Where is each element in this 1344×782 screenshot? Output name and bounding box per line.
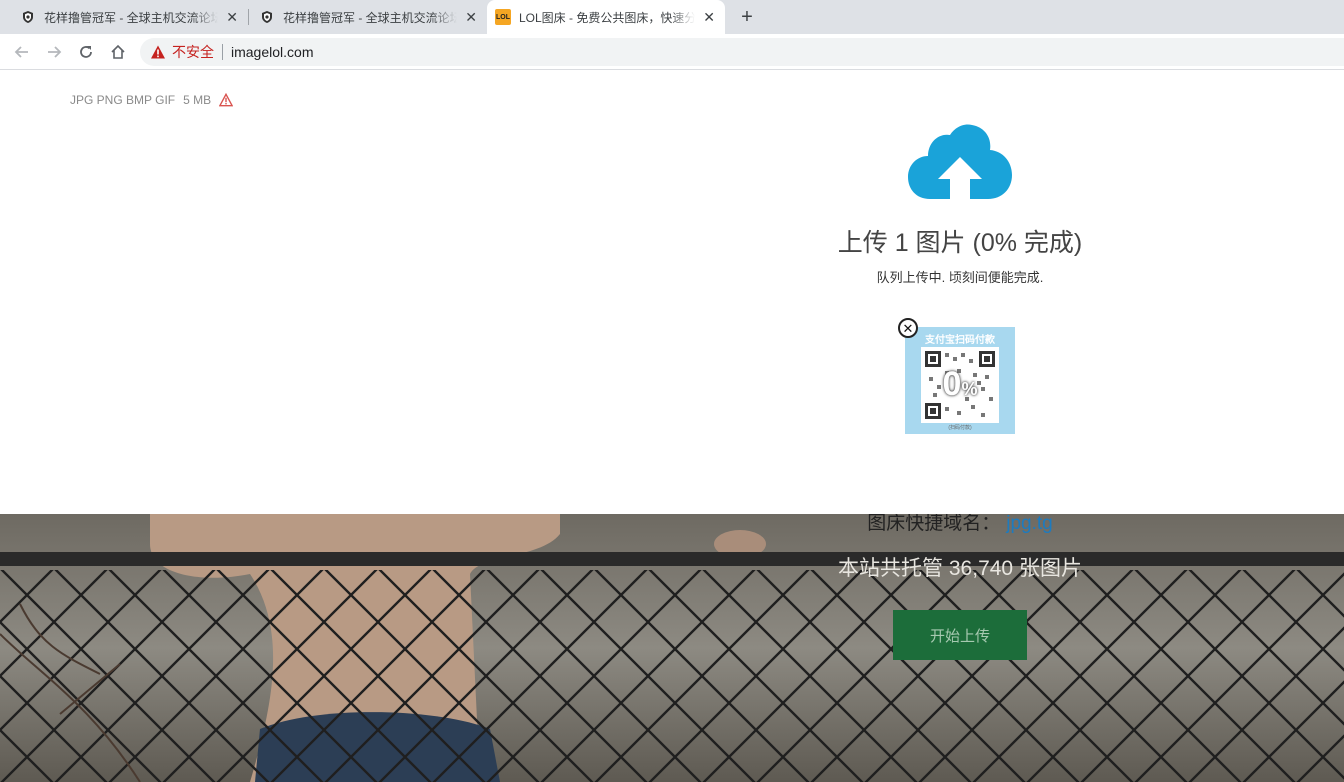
allowed-formats: JPG PNG BMP GIF 5 MB: [70, 93, 234, 107]
url-text[interactable]: imagelol.com: [231, 44, 313, 60]
browser-tab-active[interactable]: LOL LOL图床 - 免费公共图床，快速分享 ✕: [487, 0, 725, 34]
tab-title: LOL图床 - 免费公共图床，快速分享: [519, 10, 696, 25]
tab-close-icon[interactable]: ✕: [463, 9, 479, 25]
tab-strip: 花样撸管冠军 - 全球主机交流论坛 ✕ 花样撸管冠军 - 全球主机交流论坛 ✕ …: [0, 0, 1344, 34]
home-button[interactable]: [108, 42, 128, 62]
upload-status-message: 队列上传中. 顷刻间便能完成.: [876, 270, 1044, 285]
domain-label: 图床快捷域名：: [867, 514, 1001, 534]
browser-toolbar: 不安全 imagelol.com: [0, 34, 1344, 70]
omnibox-divider: [222, 44, 223, 60]
domain-hint: 图床快捷域名： jpg.tg: [760, 514, 1160, 535]
back-button[interactable]: [12, 42, 32, 62]
start-upload-button[interactable]: 开始上传: [893, 610, 1027, 660]
hero-background-photo: 图床快捷域名： jpg.tg 本站共托管 36,740 张图片 开始上传: [0, 514, 1344, 782]
upload-panel: JPG PNG BMP GIF 5 MB 上传 1 图片 (0% 完成) 队列上…: [0, 71, 1344, 514]
thumbnail-percent-sign: %: [961, 379, 978, 399]
upload-thumbnail: 支付宝扫码付款 0% (扫码付款): [905, 327, 1015, 434]
max-size-text: 5 MB: [183, 93, 212, 107]
reload-icon: [80, 46, 92, 58]
tab-close-icon[interactable]: ✕: [701, 9, 717, 25]
thumbnail-caption: 支付宝扫码付款: [925, 335, 995, 346]
tab-separator: [248, 9, 249, 25]
close-icon: ✕: [902, 320, 914, 336]
tab-title: 花样撸管冠军 - 全球主机交流论坛: [44, 10, 219, 25]
forward-arrow-icon: [48, 46, 62, 58]
thumbnail-percent: 0: [942, 365, 962, 403]
formats-text: JPG PNG BMP GIF: [70, 93, 176, 107]
tab-close-icon[interactable]: ✕: [224, 9, 240, 25]
shield-favicon-icon: [259, 9, 275, 25]
warning-triangle-icon[interactable]: [150, 44, 166, 60]
page-viewport: 图床快捷域名： jpg.tg 本站共托管 36,740 张图片 开始上传 JPG …: [0, 71, 1344, 782]
not-secure-label[interactable]: 不安全: [172, 42, 214, 62]
favicon-text: LOL: [496, 13, 510, 21]
upload-progress-title: 上传 1 图片 (0% 完成): [837, 229, 1083, 257]
back-arrow-icon: [14, 46, 28, 58]
reload-button[interactable]: [76, 42, 96, 62]
remove-thumbnail-button[interactable]: ✕: [898, 318, 918, 338]
browser-tab-2[interactable]: 花样撸管冠军 - 全球主机交流论坛 ✕: [251, 0, 487, 34]
domain-link[interactable]: jpg.tg: [1006, 514, 1052, 534]
thumbnail-footer: (扫码付款): [948, 425, 972, 431]
lol-favicon-icon: LOL: [495, 9, 511, 25]
tab-title: 花样撸管冠军 - 全球主机交流论坛: [283, 10, 458, 25]
browser-tab-1[interactable]: 花样撸管冠军 - 全球主机交流论坛 ✕: [12, 0, 248, 34]
cloud-upload-icon: [908, 124, 1012, 199]
hosted-count: 本站共托管 36,740 张图片: [838, 557, 1082, 580]
forward-button[interactable]: [44, 42, 64, 62]
thumbnail-progress: 0%: [921, 365, 999, 404]
warning-icon[interactable]: [219, 93, 234, 107]
home-icon: [111, 44, 125, 59]
shield-favicon-icon: [20, 9, 36, 25]
address-bar[interactable]: 不安全 imagelol.com: [140, 38, 1344, 66]
new-tab-button[interactable]: +: [736, 7, 758, 27]
